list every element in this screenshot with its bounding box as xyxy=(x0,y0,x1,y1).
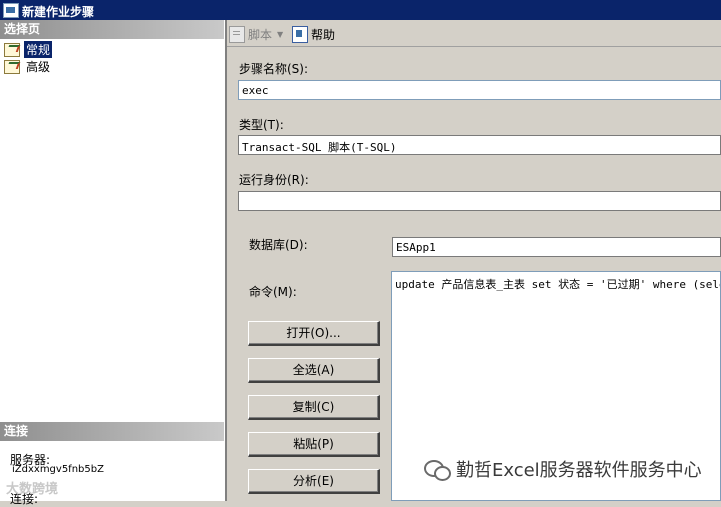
page-icon xyxy=(4,42,20,57)
run-as-select[interactable] xyxy=(238,191,721,211)
nav-item-label: 高级 xyxy=(26,60,51,74)
select-all-button[interactable]: 全选(A) xyxy=(248,358,380,383)
script-label: 脚本 xyxy=(248,27,273,42)
splitter[interactable] xyxy=(224,20,227,501)
chevron-down-icon[interactable]: ▼ xyxy=(277,30,283,39)
watermark-right: 勤哲Excel服务器软件服务中心 xyxy=(424,456,702,482)
help-label: 帮助 xyxy=(311,27,336,42)
left-panel: 选择页 常规 高级 连接 服务器: iZdxxmgv5fnb5bZ 连接: xyxy=(0,20,224,506)
paste-button[interactable]: 粘贴(P) xyxy=(248,432,380,457)
watermark-left: 大数跨境 xyxy=(6,482,59,497)
open-button[interactable]: 打开(O)... xyxy=(248,321,380,346)
step-name-input[interactable]: exec xyxy=(238,80,721,100)
database-select[interactable]: ESApp1 xyxy=(392,237,721,257)
connection-header: 连接 xyxy=(0,422,224,441)
help-button[interactable]: 帮助 xyxy=(292,25,335,43)
type-label: 类型(T): xyxy=(239,118,284,132)
watermark-text: 勤哲Excel服务器软件服务中心 xyxy=(456,460,702,481)
script-icon xyxy=(229,25,245,43)
run-as-label: 运行身份(R): xyxy=(239,173,309,187)
parse-button[interactable]: 分析(E) xyxy=(248,469,380,494)
window-title: 新建作业步骤 xyxy=(22,5,95,19)
command-label: 命令(M): xyxy=(249,285,297,299)
help-icon xyxy=(292,25,308,43)
server-value: iZdxxmgv5fnb5bZ xyxy=(12,464,104,475)
toolbar: 脚本 ▼ 帮助 xyxy=(227,22,721,47)
title-bar: 新建作业步骤 xyxy=(0,0,721,20)
select-page-header: 选择页 xyxy=(0,20,224,39)
page-icon xyxy=(4,59,20,74)
type-select[interactable]: Transact-SQL 脚本(T-SQL) xyxy=(238,135,721,155)
script-button[interactable]: 脚本 ▼ xyxy=(229,25,283,43)
nav-item-advanced[interactable]: 高级 xyxy=(4,59,52,74)
nav-item-label: 常规 xyxy=(24,41,53,58)
copy-button[interactable]: 复制(C) xyxy=(248,395,380,420)
window-app-icon xyxy=(3,3,19,18)
wechat-icon xyxy=(424,459,451,481)
nav-item-general[interactable]: 常规 xyxy=(4,41,53,58)
step-name-label: 步骤名称(S): xyxy=(239,62,309,76)
database-label: 数据库(D): xyxy=(249,238,308,252)
